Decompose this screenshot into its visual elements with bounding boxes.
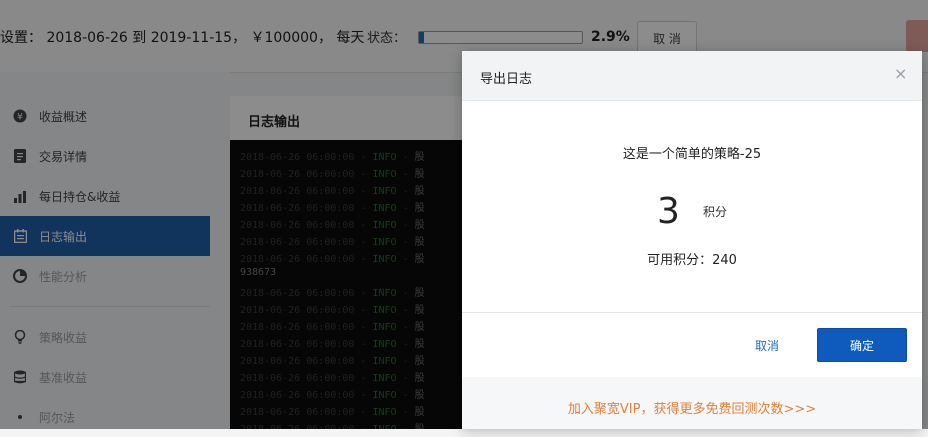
close-icon[interactable]: × (894, 64, 907, 83)
available-points: 可用积分：240 (647, 253, 737, 268)
export-log-dialog: 导出日志 × 这是一个简单的策略-25 3 积分 可用积分：240 取消 确定 … (462, 51, 922, 429)
cancel-button[interactable]: 取消 (745, 337, 789, 354)
vip-promo-bar: 加入聚宽VIP，获得更多免费回测次数>>> (462, 377, 922, 429)
points-unit: 积分 (702, 205, 727, 219)
confirm-button[interactable]: 确定 (817, 328, 907, 362)
dialog-divider (462, 312, 922, 313)
dialog-header: 导出日志 × (462, 51, 922, 101)
join-vip-link[interactable]: 加入聚宽VIP，获得更多免费回测次数>>> (462, 398, 922, 417)
strategy-name: 这是一个简单的策略-25 (622, 147, 762, 162)
points-value: 3 (656, 191, 680, 232)
dialog-title: 导出日志 (480, 72, 533, 87)
points-cost: 3 积分 (462, 191, 922, 232)
